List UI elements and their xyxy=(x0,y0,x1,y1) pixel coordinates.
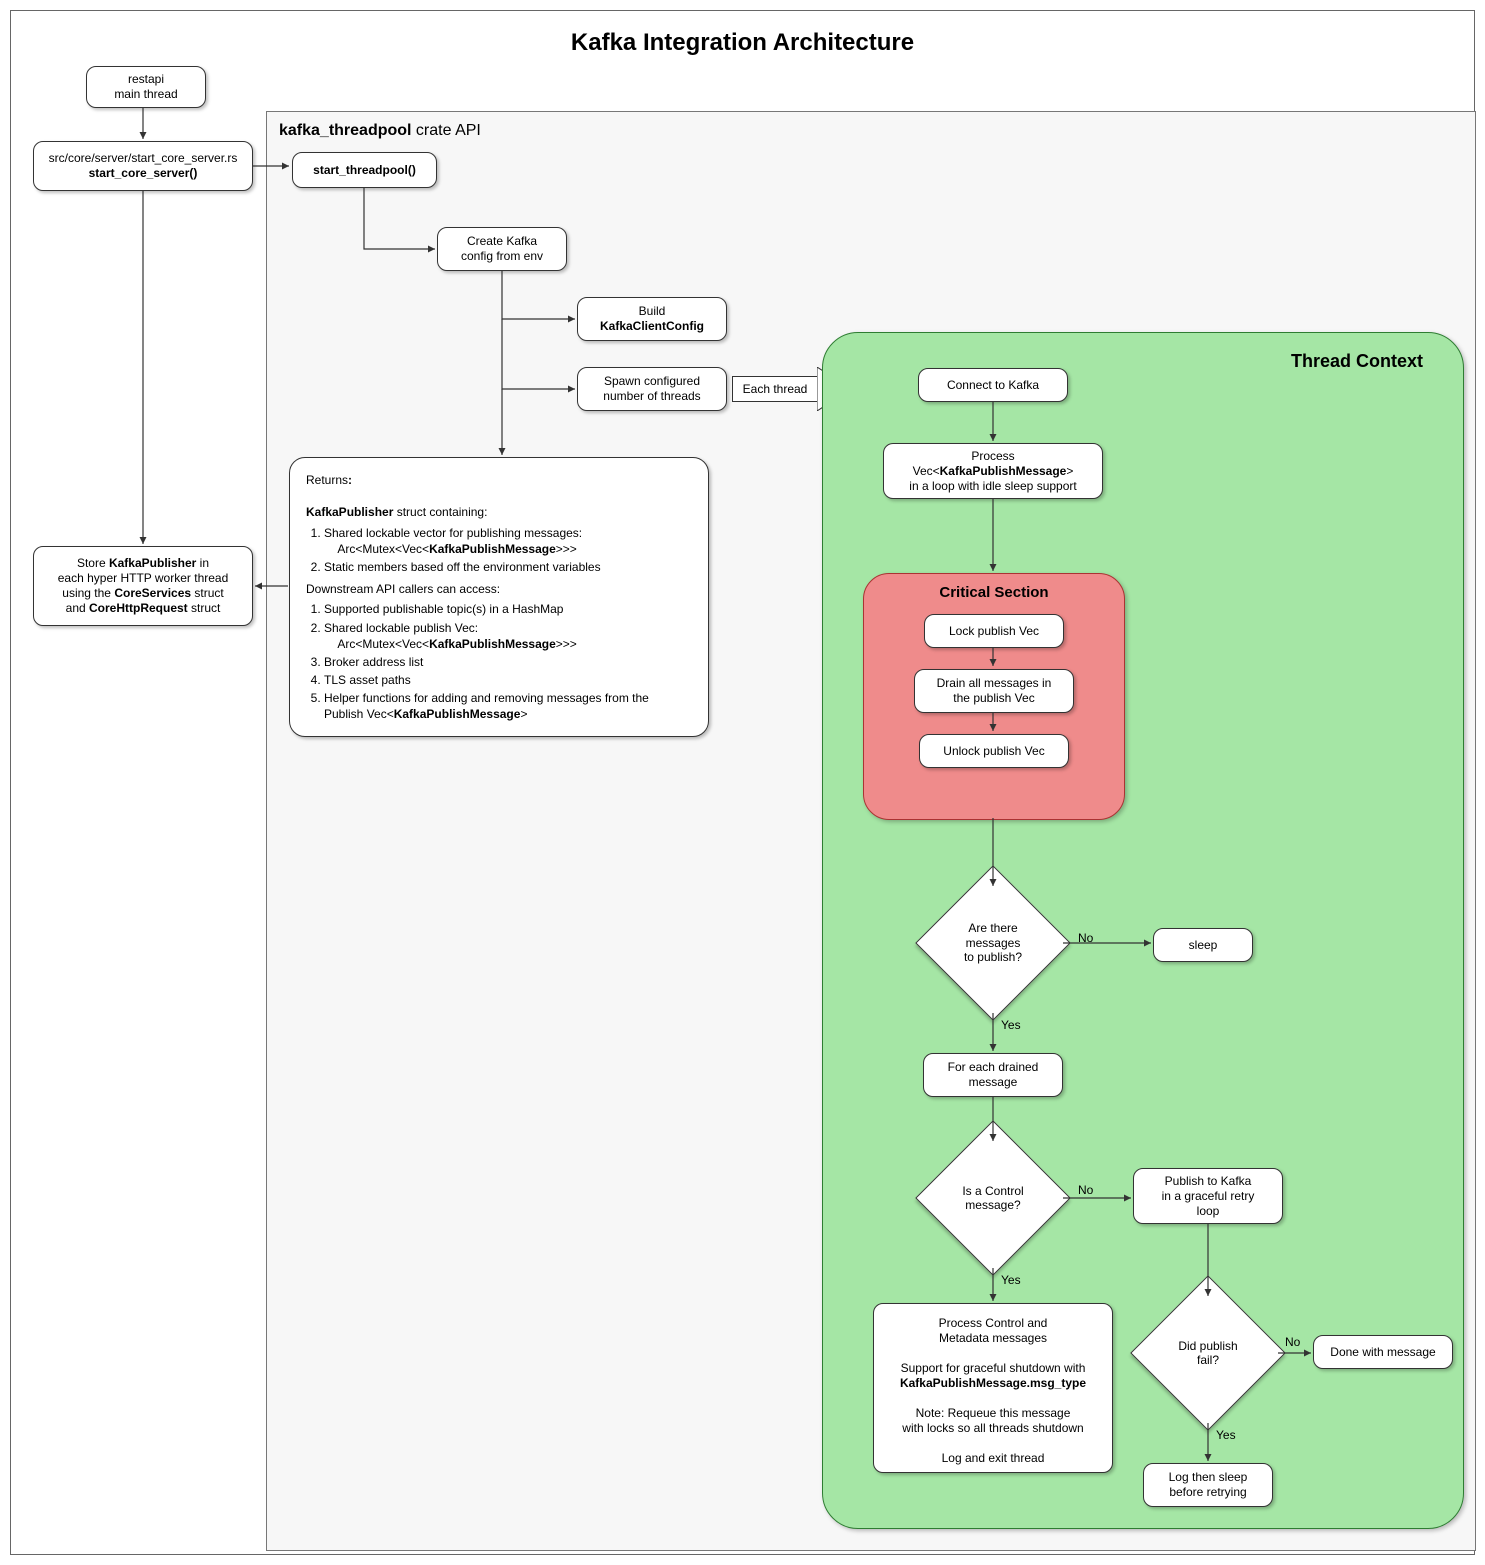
start-threadpool-box: start_threadpool() xyxy=(292,152,437,188)
restapi-line2: main thread xyxy=(114,87,177,102)
spawn-l1: Spawn configured xyxy=(604,374,700,389)
process-control-box: Process Control and Metadata messages Su… xyxy=(873,1303,1113,1473)
store-kafkapublisher-box: Store KafkaPublisher in each hyper HTTP … xyxy=(33,546,253,626)
proc-l7: Log and exit thread xyxy=(886,1451,1100,1466)
downstream-item-4: TLS asset paths xyxy=(324,672,692,688)
returns-item-2: Static members based off the environment… xyxy=(324,559,692,575)
spawn-threads-box: Spawn configured number of threads xyxy=(577,367,727,411)
outer-frame: Kafka Integration Architecture restapi m… xyxy=(10,10,1475,1555)
connect-kafka-box: Connect to Kafka xyxy=(918,368,1068,402)
publish-kafka-box: Publish to Kafka in a graceful retry loo… xyxy=(1133,1168,1283,1224)
spawn-l2: number of threads xyxy=(603,389,700,404)
returns-label: Returns: xyxy=(306,472,692,488)
edge-label-no-3: No xyxy=(1285,1335,1300,1349)
edge-label-no-2: No xyxy=(1078,1183,1093,1197)
api-frame: kafka_threadpool crate API start_threadp… xyxy=(266,111,1476,1551)
start-core-fn: start_core_server() xyxy=(89,166,198,181)
edge-label-yes-1: Yes xyxy=(1001,1018,1021,1032)
edge-label-yes-2: Yes xyxy=(1001,1273,1021,1287)
proc-l6: with locks so all threads shutdown xyxy=(886,1421,1100,1436)
store-line4: and CoreHttpRequest struct xyxy=(66,601,221,616)
api-frame-title: kafka_threadpool crate API xyxy=(279,122,481,140)
process-l2: Vec<KafkaPublishMessage> xyxy=(913,464,1074,479)
log-retry-box: Log then sleep before retrying xyxy=(1143,1463,1273,1507)
log-retry-l1: Log then sleep xyxy=(1169,1470,1248,1485)
publish-l3: loop xyxy=(1197,1204,1220,1219)
thread-context: Thread Context Connect to Kafka Process … xyxy=(822,332,1464,1529)
restapi-main-thread-box: restapi main thread xyxy=(86,66,206,108)
create-cfg-l2: config from env xyxy=(461,249,543,264)
each-thread-label: Each thread xyxy=(732,376,817,402)
proc-l2: Metadata messages xyxy=(886,1331,1100,1346)
start-core-path: src/core/server/start_core_server.rs xyxy=(49,151,238,166)
store-line2: each hyper HTTP worker thread xyxy=(58,571,229,586)
drain-box: Drain all messages in the publish Vec xyxy=(914,669,1074,713)
process-l3: in a loop with idle sleep support xyxy=(909,479,1076,494)
thread-context-title: Thread Context xyxy=(1291,351,1423,372)
lock-box: Lock publish Vec xyxy=(924,614,1064,648)
decision-messages: Are there messages to publish? xyxy=(938,888,1048,998)
edge-label-yes-3: Yes xyxy=(1216,1428,1236,1442)
restapi-line1: restapi xyxy=(128,72,164,87)
diagram-canvas: Kafka Integration Architecture restapi m… xyxy=(0,0,1485,1565)
decision-publish-fail: Did publish fail? xyxy=(1153,1298,1263,1408)
publish-l2: in a graceful retry xyxy=(1162,1189,1255,1204)
decision-control: Is a Control message? xyxy=(938,1143,1048,1253)
sleep-box: sleep xyxy=(1153,928,1253,962)
downstream-item-2: Shared lockable publish Vec: Arc<Mutex<V… xyxy=(324,620,692,652)
log-retry-l2: before retrying xyxy=(1169,1485,1246,1500)
for-each-drained-box: For each drained message xyxy=(923,1053,1063,1097)
drain-l1: Drain all messages in xyxy=(937,676,1052,691)
create-cfg-l1: Create Kafka xyxy=(467,234,537,249)
proc-kpm-mt: KafkaPublishMessage.msg_type xyxy=(886,1376,1100,1391)
publish-l1: Publish to Kafka xyxy=(1165,1174,1252,1189)
foreach-l1: For each drained xyxy=(948,1060,1039,1075)
create-kafka-config-box: Create Kafka config from env xyxy=(437,227,567,271)
returns-list: Shared lockable vector for publishing me… xyxy=(324,525,692,576)
downstream-item-3: Broker address list xyxy=(324,654,692,670)
process-l1: Process xyxy=(971,449,1014,464)
foreach-l2: message xyxy=(969,1075,1018,1090)
build-l1: Build xyxy=(639,304,666,319)
build-l2: KafkaClientConfig xyxy=(600,319,704,334)
returns-box: Returns: KafkaPublisher struct containin… xyxy=(289,457,709,737)
drain-l2: the publish Vec xyxy=(953,691,1034,706)
critical-title: Critical Section xyxy=(864,584,1124,601)
done-box: Done with message xyxy=(1313,1335,1453,1369)
store-line3: using the CoreServices struct xyxy=(62,586,223,601)
unlock-box: Unlock publish Vec xyxy=(919,734,1069,768)
diagram-title: Kafka Integration Architecture xyxy=(11,29,1474,57)
downstream-list: Supported publishable topic(s) in a Hash… xyxy=(324,601,692,722)
returns-kp: KafkaPublisher struct containing: xyxy=(306,504,692,520)
start-core-server-box: src/core/server/start_core_server.rs sta… xyxy=(33,141,253,191)
critical-section: Critical Section Lock publish Vec Drain … xyxy=(863,573,1125,820)
process-loop-box: Process Vec<KafkaPublishMessage> in a lo… xyxy=(883,443,1103,499)
returns-item-1: Shared lockable vector for publishing me… xyxy=(324,525,692,557)
downstream-item-5: Helper functions for adding and removing… xyxy=(324,690,692,722)
downstream-label: Downstream API callers can access: xyxy=(306,581,692,597)
build-kafka-client-config-box: Build KafkaClientConfig xyxy=(577,297,727,341)
proc-l1: Process Control and xyxy=(886,1316,1100,1331)
downstream-item-1: Supported publishable topic(s) in a Hash… xyxy=(324,601,692,617)
store-line1: Store KafkaPublisher in xyxy=(77,556,209,571)
proc-l5: Note: Requeue this message xyxy=(886,1406,1100,1421)
edge-label-no-1: No xyxy=(1078,931,1093,945)
proc-l3: Support for graceful shutdown with xyxy=(886,1361,1100,1376)
